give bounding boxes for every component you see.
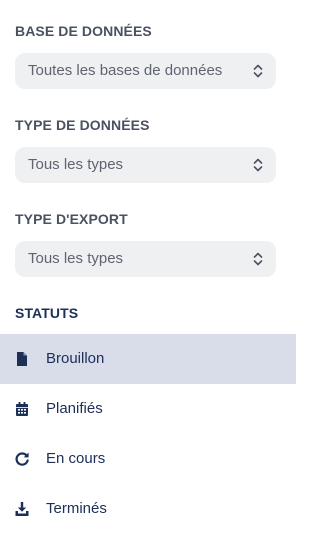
filter-panel: BASE DE DONNÉES Toutes les bases de donn… — [0, 0, 296, 538]
database-select[interactable]: Toutes les bases de données — [15, 53, 276, 89]
database-select-value: Toutes les bases de données — [28, 62, 223, 79]
status-item-label: En cours — [46, 450, 106, 467]
download-icon — [15, 502, 29, 516]
refresh-icon — [15, 452, 29, 466]
status-item-label: Brouillon — [46, 350, 105, 367]
status-item-label: Terminés — [46, 500, 107, 517]
data-type-select-value: Tous les types — [28, 156, 124, 173]
data-type-filter-label: TYPE DE DONNÉES — [15, 117, 150, 133]
chevron-up-down-icon — [253, 158, 263, 172]
export-type-filter-label: TYPE D'EXPORT — [15, 211, 128, 227]
data-type-select[interactable]: Tous les types — [15, 147, 276, 183]
export-type-select-value: Tous les types — [28, 250, 124, 267]
file-icon — [17, 352, 27, 366]
chevron-up-down-icon — [253, 64, 263, 78]
status-item-termines[interactable]: Terminés — [0, 484, 296, 534]
status-item-planifies[interactable]: Planifiés — [0, 384, 296, 434]
status-item-en-cours[interactable]: En cours — [0, 434, 296, 484]
export-type-select[interactable]: Tous les types — [15, 241, 276, 277]
status-item-brouillon[interactable]: Brouillon — [0, 334, 296, 384]
chevron-up-down-icon — [253, 252, 263, 266]
status-item-label: Planifiés — [46, 400, 103, 417]
database-filter-label: BASE DE DONNÉES — [15, 23, 152, 39]
calendar-icon — [16, 402, 28, 416]
statuses-title: STATUTS — [15, 305, 79, 321]
